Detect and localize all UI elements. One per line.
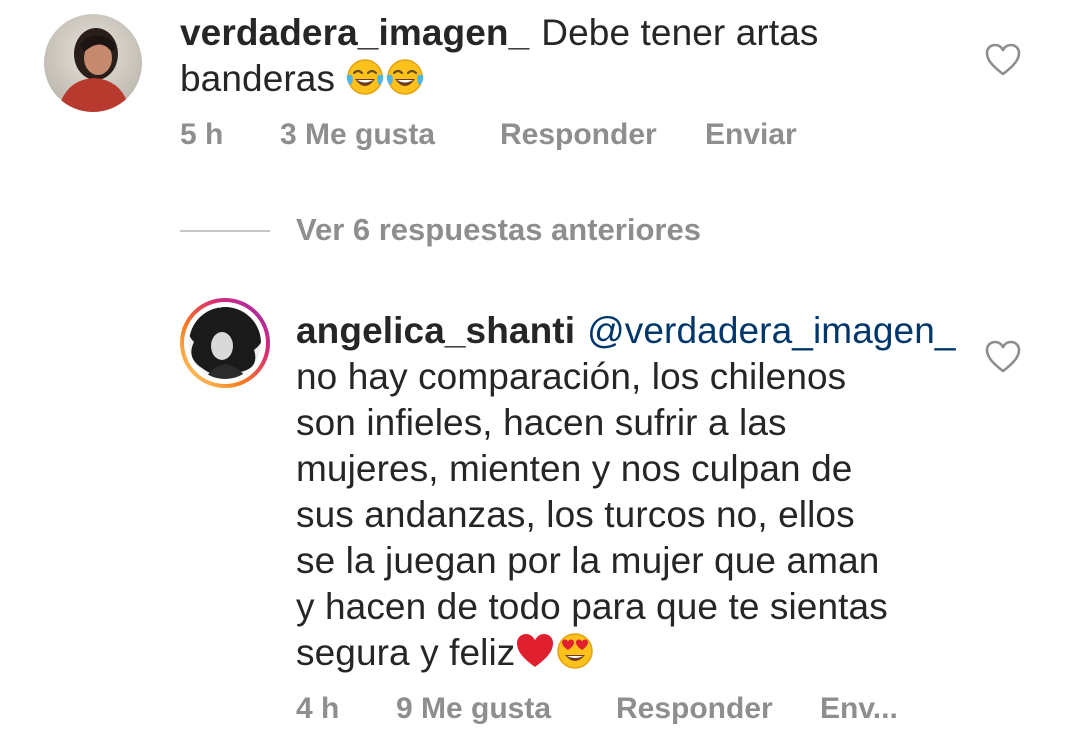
reply-line: segura y feliz [296, 632, 516, 673]
reply-button[interactable]: Responder [500, 118, 657, 152]
reply-timestamp: 4 h [296, 692, 340, 725]
send-button[interactable]: Env... [820, 692, 898, 726]
reply-line: no hay comparación, los chilenos [296, 356, 847, 397]
comment-timestamp: 5 h [180, 118, 224, 151]
replies-divider-line [180, 230, 270, 232]
reply-mention-link[interactable]: @verdadera_imagen_ [587, 310, 955, 351]
red-heart-emoji [517, 634, 554, 667]
comment-username[interactable]: verdadera_imagen_ [180, 12, 529, 53]
send-button[interactable]: Enviar [705, 118, 797, 152]
reply-line: son infieles, hacen sufrir a las [296, 402, 787, 443]
likes-count-button[interactable]: 3 Me gusta [280, 118, 435, 152]
reply-line: mujeres, mienten y nos culpan de [296, 448, 853, 489]
like-heart-icon[interactable] [985, 340, 1021, 374]
comment-text-line1: Debe tener artas [541, 12, 819, 53]
reply-text: angelica_shanti @verdadera_imagen_ no hay… [296, 308, 996, 676]
comment-actions: 5 h 3 Me gusta Responder Enviar [180, 118, 880, 158]
story-ring-avatar-icon [180, 298, 270, 388]
avatar-angelica-shanti[interactable] [180, 298, 270, 388]
view-replies-label[interactable]: Ver 6 respuestas anteriores [296, 212, 701, 248]
reply-actions: 4 h 9 Me gusta Responder Env... [296, 692, 996, 732]
reply-button[interactable]: Responder [616, 692, 773, 726]
comment-text: verdadera_imagen_ Debe tener artas bander… [180, 10, 980, 102]
comment-angelica-shanti: angelica_shanti @verdadera_imagen_ no hay… [0, 290, 1080, 750]
heart-eyes-emoji [557, 633, 594, 669]
avatar-photo-icon [44, 14, 142, 112]
reply-line: se la juegan por la mujer que aman [296, 540, 880, 581]
avatar-verdadera-imagen[interactable] [44, 14, 142, 112]
face-with-tears-of-joy-emoji [387, 59, 424, 95]
reply-username[interactable]: angelica_shanti [296, 310, 575, 351]
like-heart-icon[interactable] [985, 43, 1021, 77]
face-with-tears-of-joy-emoji [347, 59, 384, 95]
comment-text-line2: banderas [180, 58, 336, 99]
comment-verdadera-imagen: verdadera_imagen_ Debe tener artas bander… [0, 0, 1080, 200]
reply-line: sus andanzas, los turcos no, ellos [296, 494, 855, 535]
likes-count-button[interactable]: 9 Me gusta [396, 692, 551, 726]
reply-line: y hacen de todo para que te sientas [296, 586, 888, 627]
view-previous-replies[interactable]: Ver 6 respuestas anteriores [180, 212, 740, 252]
